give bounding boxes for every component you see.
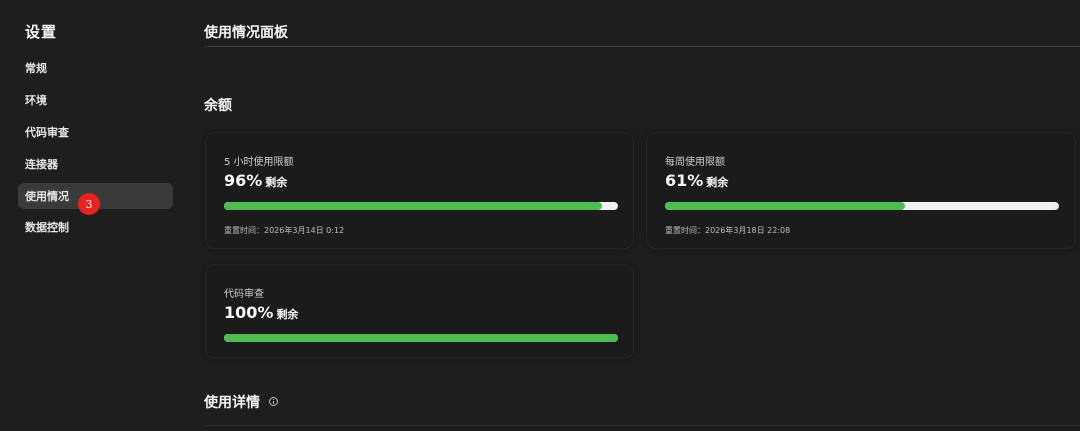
sidebar-item-code-review[interactable]: 代码审查 bbox=[18, 119, 173, 145]
settings-window: 设置 常规 环境 代码审查 连接器 使用情况 数据控制 3 使用情况面板 余额 … bbox=[0, 0, 1080, 431]
sidebar-item-label: 常规 bbox=[25, 62, 47, 75]
card-percent: 96% bbox=[224, 171, 263, 190]
sidebar-title: 设置 bbox=[25, 23, 58, 41]
sidebar-item-label: 环境 bbox=[25, 94, 47, 107]
reset-time: 重置时间：2026年3月14日 0:12 bbox=[224, 226, 345, 235]
sidebar-item-general[interactable]: 常规 bbox=[18, 55, 173, 81]
progress-fill bbox=[224, 334, 618, 342]
sidebar-item-data-controls[interactable]: 数据控制 bbox=[18, 214, 173, 240]
card-label: 代码审查 bbox=[224, 289, 264, 300]
card-percent: 100% bbox=[224, 303, 274, 322]
page-title: 使用情况面板 bbox=[204, 25, 288, 41]
sidebar-item-environment[interactable]: 环境 bbox=[18, 87, 173, 113]
card-suffix: 剩余 bbox=[276, 308, 299, 321]
card-suffix: 剩余 bbox=[265, 176, 288, 189]
sidebar-item-label: 使用情况 bbox=[25, 190, 69, 203]
progress-track bbox=[224, 334, 618, 342]
progress-fill bbox=[665, 202, 906, 210]
card-value: 100% 剩余 bbox=[224, 303, 298, 322]
sidebar-item-label: 连接器 bbox=[25, 158, 58, 171]
sidebar-item-connectors[interactable]: 连接器 bbox=[18, 151, 173, 177]
card-value: 61% 剩余 bbox=[665, 171, 728, 190]
usage-card-weekly: 每周使用限额 61% 剩余 重置时间：2026年3月18日 22:08 bbox=[646, 132, 1076, 249]
title-divider bbox=[204, 46, 1080, 47]
progress-track bbox=[665, 202, 1059, 210]
card-label: 5 小时使用限额 bbox=[224, 157, 294, 168]
usage-card-code-review: 代码审查 100% 剩余 bbox=[205, 264, 634, 359]
sidebar-item-label: 数据控制 bbox=[25, 221, 69, 234]
sidebar-item-label: 代码审查 bbox=[25, 126, 69, 139]
reset-time: 重置时间：2026年3月18日 22:08 bbox=[665, 226, 791, 235]
annotation-badge: 3 bbox=[78, 193, 100, 215]
progress-fill bbox=[224, 202, 603, 210]
balance-heading: 余额 bbox=[204, 98, 232, 114]
progress-track bbox=[224, 202, 618, 210]
usage-details-heading: 使用详情 bbox=[204, 395, 260, 411]
usage-card-5h: 5 小时使用限额 96% 剩余 重置时间：2026年3月14日 0:12 bbox=[205, 132, 634, 249]
usage-details-panel bbox=[204, 425, 1080, 431]
card-label: 每周使用限额 bbox=[665, 157, 725, 168]
card-suffix: 剩余 bbox=[706, 176, 729, 189]
info-icon[interactable] bbox=[269, 397, 278, 406]
card-percent: 61% bbox=[665, 171, 704, 190]
sidebar: 设置 常规 环境 代码审查 连接器 使用情况 数据控制 3 bbox=[0, 0, 186, 431]
card-value: 96% 剩余 bbox=[224, 171, 287, 190]
